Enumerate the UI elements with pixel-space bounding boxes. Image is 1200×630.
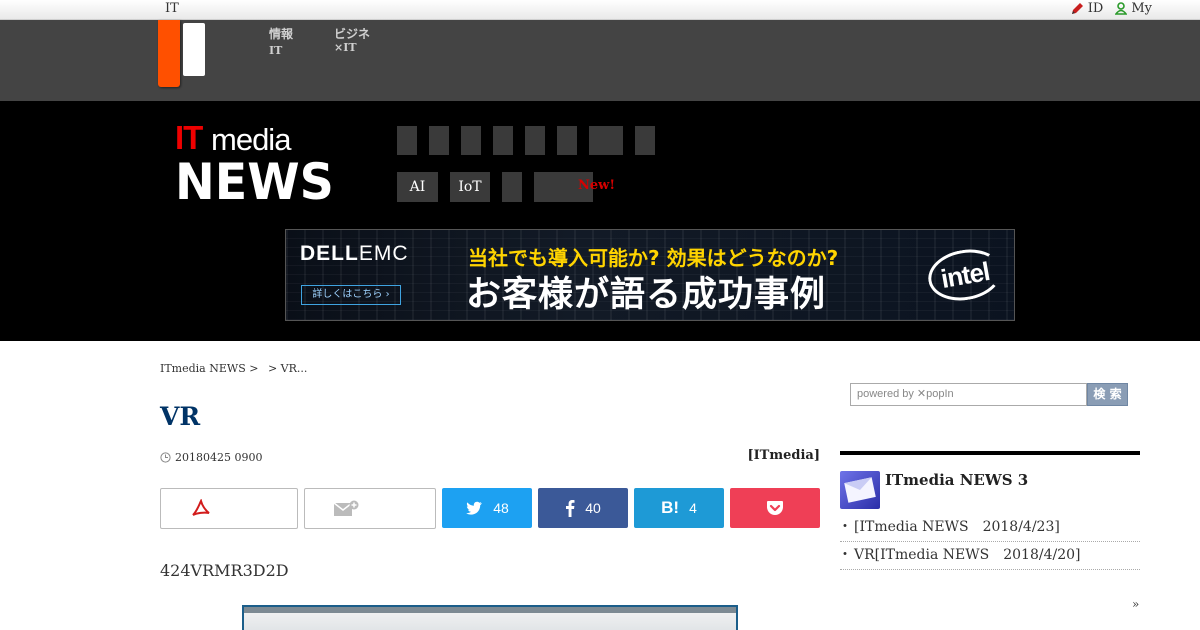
article-source: [ITmedia] xyxy=(747,448,820,463)
twitter-icon xyxy=(466,501,483,515)
my-link-label: My xyxy=(1131,1,1152,16)
article-title: VR xyxy=(160,402,201,431)
category-chip[interactable] xyxy=(493,126,513,155)
user-icon xyxy=(1115,2,1128,15)
ad-banner[interactable]: DELLEMC 詳しくはこちら › 当社でも導入可能か? 効果はどうなのか? お… xyxy=(285,229,1015,321)
utility-links: ID My xyxy=(1071,1,1152,16)
category-chip[interactable] xyxy=(525,126,545,155)
newsletter-list: [ITmedia NEWS 2018/4/23] VR[ITmedia NEWS… xyxy=(838,514,1140,570)
network-logo[interactable] xyxy=(158,20,206,87)
search-button[interactable]: 検 索 xyxy=(1087,383,1128,406)
article-lead: 424VRMR3D2D xyxy=(160,561,289,580)
twitter-share-button[interactable]: 48 xyxy=(442,488,532,528)
pdf-button[interactable] xyxy=(160,488,298,529)
facebook-share-button[interactable]: 40 xyxy=(538,488,628,528)
pocket-icon xyxy=(767,501,783,515)
mail-button[interactable] xyxy=(304,488,436,529)
banner-main-copy: お客様が語る成功事例 xyxy=(466,275,827,315)
breadcrumb-current[interactable]: > VR... xyxy=(268,362,307,375)
id-link[interactable]: ID xyxy=(1071,1,1104,16)
banner-cta-button[interactable]: 詳しくはこちら › xyxy=(301,285,401,305)
category-chip[interactable] xyxy=(635,126,655,155)
sidebar-divider xyxy=(840,451,1140,455)
more-link[interactable]: » xyxy=(1132,597,1139,611)
breadcrumb: ITmedia NEWS > > VR... xyxy=(160,362,313,375)
network-nav-item-1[interactable]: 情報 IT xyxy=(269,25,293,60)
tag-unlabeled[interactable] xyxy=(502,172,522,202)
tag-ai[interactable]: AI xyxy=(397,172,438,202)
category-chip[interactable] xyxy=(589,126,623,155)
category-chip[interactable] xyxy=(557,126,577,155)
article-date: 20180425 0900 xyxy=(160,451,262,464)
newsletter-title: ITmedia NEWS 3 xyxy=(885,471,1029,489)
tag-iot[interactable]: IoT xyxy=(450,172,490,202)
facebook-icon xyxy=(566,500,575,517)
top-utility-bar: IT ID My xyxy=(0,0,1200,20)
facebook-count: 40 xyxy=(585,500,601,516)
list-item[interactable]: [ITmedia NEWS 2018/4/23] xyxy=(838,514,1140,542)
breadcrumb-home-link[interactable]: ITmedia NEWS > xyxy=(160,362,258,375)
my-link[interactable]: My xyxy=(1115,1,1152,16)
list-item[interactable]: VR[ITmedia NEWS 2018/4/20] xyxy=(838,542,1140,570)
newsletter-envelope-icon xyxy=(840,471,880,509)
pencil-icon xyxy=(1071,3,1083,14)
network-nav-item-2[interactable]: ビジネ ×IT xyxy=(334,25,370,57)
category-chip[interactable] xyxy=(397,126,417,155)
new-badge: New! xyxy=(578,178,616,193)
hatena-count: 4 xyxy=(689,500,697,516)
mail-add-icon xyxy=(333,500,359,516)
category-chip[interactable] xyxy=(429,126,449,155)
search-input[interactable]: powered by ✕popIn xyxy=(850,383,1087,406)
network-brand-link[interactable]: IT xyxy=(165,1,179,16)
itmedia-news-logo[interactable]: IT media NEWS xyxy=(175,121,335,212)
clock-icon xyxy=(160,452,171,463)
category-chip[interactable] xyxy=(461,126,481,155)
twitter-count: 48 xyxy=(493,500,509,516)
id-link-label: ID xyxy=(1087,1,1104,16)
banner-brand: DELLEMC xyxy=(300,242,409,265)
article-photo[interactable] xyxy=(242,605,738,630)
pdf-icon xyxy=(192,498,210,516)
hatena-bookmark-button[interactable]: B! 4 xyxy=(634,488,724,528)
hatena-icon: B! xyxy=(661,498,680,517)
pocket-button[interactable] xyxy=(730,488,820,528)
